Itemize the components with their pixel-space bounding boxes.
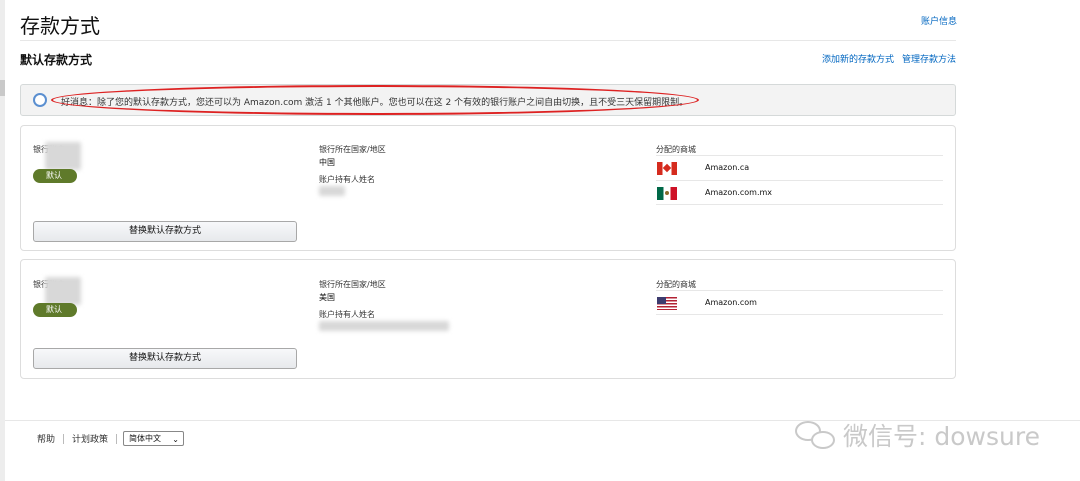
replace-default-method-button[interactable]: 替换默认存款方式 [33, 221, 297, 242]
language-select-value: 简体中文 [129, 434, 161, 443]
page-title: 存款方式 [20, 14, 100, 38]
deposit-method-card: 银行账户 默认 银行所在国家/地区 中国 账户持有人姓名 分配的商城 Amazo… [20, 125, 956, 251]
watermark: 微信号: dowsure [795, 417, 1040, 453]
section-links: 添加新的存款方式 管理存款方法 [822, 52, 956, 65]
bank-country-label: 银行所在国家/地区 [319, 280, 386, 289]
program-policy-link[interactable]: 计划政策 [72, 432, 108, 445]
marketplaces-label: 分配的商城 [656, 145, 696, 154]
bank-country-value: 美国 [319, 293, 335, 302]
manage-deposit-methods-link[interactable]: 管理存款方法 [902, 52, 956, 65]
marketplace-row: Amazon.ca [656, 155, 943, 180]
notice-banner: 好消息：除了您的默认存款方式，您还可以为 Amazon.com 激活 1 个其他… [20, 84, 956, 116]
wechat-icon [795, 419, 839, 451]
account-info-link[interactable]: 账户信息 [921, 14, 957, 27]
annotation-oval [51, 85, 699, 115]
marketplace-row: Amazon.com [656, 290, 943, 315]
watermark-text: 微信号: dowsure [843, 422, 1040, 451]
language-select[interactable]: 简体中文 ⌄ [123, 431, 184, 446]
redacted-account-number [45, 142, 81, 170]
marketplace-name: Amazon.ca [705, 163, 750, 172]
usa-flag-icon [657, 297, 677, 310]
help-link[interactable]: 帮助 [37, 432, 55, 445]
footer-separator [116, 433, 118, 444]
bank-country-label: 银行所在国家/地区 [319, 145, 386, 154]
chevron-down-icon: ⌄ [172, 435, 179, 444]
footer-separator [63, 433, 65, 444]
section-title: 默认存款方式 [20, 53, 93, 67]
canada-flag-icon [657, 162, 677, 175]
left-edge-marker [0, 80, 5, 96]
account-holder-label: 账户持有人姓名 [319, 310, 375, 319]
marketplace-row: Amazon.com.mx [656, 180, 943, 205]
info-icon [33, 93, 47, 107]
mexico-flag-icon [657, 187, 677, 200]
redacted-holder-name [319, 321, 449, 331]
default-badge: 默认 [33, 169, 77, 183]
add-deposit-method-link[interactable]: 添加新的存款方式 [822, 52, 894, 65]
deposit-method-card: 银行账户 默认 银行所在国家/地区 美国 账户持有人姓名 分配的商城 Amazo… [20, 259, 956, 379]
marketplace-name: Amazon.com.mx [705, 188, 773, 197]
redacted-holder-name [319, 186, 345, 196]
account-holder-label: 账户持有人姓名 [319, 175, 375, 184]
default-badge: 默认 [33, 303, 77, 317]
marketplace-name: Amazon.com [705, 298, 757, 307]
redacted-account-number [45, 277, 81, 305]
left-edge-bar [0, 0, 5, 481]
marketplaces-label: 分配的商城 [656, 280, 696, 289]
replace-default-method-button[interactable]: 替换默认存款方式 [33, 348, 297, 369]
footer-links: 帮助 计划政策 [37, 432, 125, 445]
bank-country-value: 中国 [319, 158, 335, 167]
title-divider [20, 40, 956, 41]
